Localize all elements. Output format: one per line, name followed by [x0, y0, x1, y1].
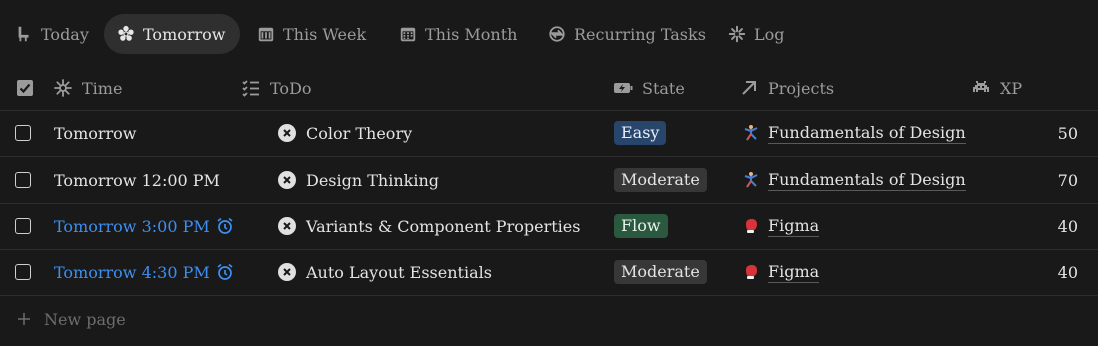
arrow-up-right-icon — [738, 77, 760, 99]
project-link[interactable]: Figma — [768, 262, 820, 283]
alarm-clock-icon — [217, 217, 233, 234]
view-tabs: Today Tomorrow This Week This Month Recu… — [0, 12, 1098, 56]
time-cell[interactable]: Tomorrow 4:30 PM — [54, 249, 234, 295]
alarm-clock-icon — [217, 263, 233, 280]
todo-cell[interactable]: Auto Layout Essentials — [278, 249, 492, 295]
tab-label: This Week — [283, 24, 367, 44]
tab-label: Tomorrow — [143, 24, 226, 44]
state-badge: Easy — [614, 121, 667, 145]
xp-cell[interactable]: 40 — [1018, 203, 1078, 249]
row-checkbox[interactable] — [15, 125, 31, 141]
tab-log[interactable]: Log — [727, 14, 785, 54]
column-label: State — [642, 78, 685, 98]
state-cell[interactable]: Moderate — [614, 249, 707, 295]
boxing-glove-icon — [742, 217, 760, 235]
state-cell[interactable]: Flow — [614, 203, 668, 249]
column-header-state[interactable]: State — [612, 66, 685, 110]
tab-label: Today — [41, 24, 89, 44]
sparkle-icon — [52, 77, 74, 99]
invader-icon — [970, 77, 992, 99]
project-cell[interactable]: Figma — [742, 203, 820, 249]
tab-today[interactable]: Today — [14, 14, 89, 54]
boxing-glove-icon — [742, 263, 760, 281]
tab-recurring-tasks[interactable]: Recurring Tasks — [547, 14, 706, 54]
tab-this-week[interactable]: This Week — [256, 14, 366, 54]
column-label: Projects — [768, 78, 835, 98]
checklist-icon — [240, 77, 262, 99]
tab-label: This Month — [425, 24, 518, 44]
close-circle-icon — [278, 263, 296, 281]
tab-label: Recurring Tasks — [574, 24, 706, 44]
calendar-month-icon — [398, 24, 418, 44]
column-header-todo[interactable]: ToDo — [240, 66, 312, 110]
todo-cell[interactable]: Color Theory — [278, 110, 412, 156]
time-cell[interactable]: Tomorrow 3:00 PM — [54, 203, 234, 249]
column-label: ToDo — [270, 78, 312, 98]
select-all-checkbox[interactable] — [14, 66, 44, 110]
recurring-icon — [547, 24, 567, 44]
checkbox-checked-icon — [14, 77, 36, 99]
row-checkbox[interactable] — [15, 264, 31, 280]
burst-icon — [116, 24, 136, 44]
tab-this-month[interactable]: This Month — [398, 14, 517, 54]
time-cell[interactable]: Tomorrow — [54, 110, 137, 156]
project-link[interactable]: Figma — [768, 216, 820, 237]
table-row[interactable]: Tomorrow 3:00 PM Variants & Component Pr… — [0, 203, 1098, 250]
project-cell[interactable]: Figma — [742, 249, 820, 295]
column-header-xp[interactable]: XP — [970, 66, 1022, 110]
project-cell[interactable]: Fundamentals of Design — [742, 110, 966, 156]
chair-icon — [14, 24, 34, 44]
log-icon — [727, 24, 747, 44]
state-badge: Flow — [614, 214, 668, 238]
project-link[interactable]: Fundamentals of Design — [768, 123, 966, 144]
column-label: XP — [1000, 78, 1023, 98]
tab-tomorrow[interactable]: Tomorrow — [104, 14, 240, 54]
plus-icon — [18, 313, 30, 325]
row-checkbox[interactable] — [15, 218, 31, 234]
table-row[interactable]: Tomorrow 4:30 PM Auto Layout Essentials … — [0, 249, 1098, 296]
column-header-time[interactable]: Time — [52, 66, 122, 110]
todo-cell[interactable]: Variants & Component Properties — [278, 203, 580, 249]
time-cell[interactable]: Tomorrow 12:00 PM — [54, 157, 220, 203]
xp-cell[interactable]: 70 — [1018, 157, 1078, 203]
table-row[interactable]: Tomorrow Color Theory Easy Fundamentals … — [0, 110, 1098, 157]
table-header: Time ToDo State Projects XP — [0, 66, 1098, 111]
state-badge: Moderate — [614, 168, 707, 192]
state-cell[interactable]: Moderate — [614, 157, 707, 203]
battery-charging-icon — [612, 77, 634, 99]
calendar-week-icon — [256, 24, 276, 44]
close-circle-icon — [278, 124, 296, 142]
acrobat-icon — [742, 171, 760, 189]
todo-cell[interactable]: Design Thinking — [278, 157, 439, 203]
project-link[interactable]: Fundamentals of Design — [768, 170, 966, 191]
acrobat-icon — [742, 124, 760, 142]
close-circle-icon — [278, 217, 296, 235]
column-label: Time — [82, 78, 123, 98]
new-page-label: New page — [44, 309, 126, 329]
row-checkbox[interactable] — [15, 172, 31, 188]
state-cell[interactable]: Easy — [614, 110, 667, 156]
column-header-projects[interactable]: Projects — [738, 66, 834, 110]
new-page-button[interactable]: New page — [16, 306, 126, 332]
xp-cell[interactable]: 40 — [1018, 249, 1078, 295]
close-circle-icon — [278, 171, 296, 189]
xp-cell[interactable]: 50 — [1018, 110, 1078, 156]
state-badge: Moderate — [614, 260, 707, 284]
project-cell[interactable]: Fundamentals of Design — [742, 157, 966, 203]
table-row[interactable]: Tomorrow 12:00 PM Design Thinking Modera… — [0, 157, 1098, 204]
tab-label: Log — [754, 24, 785, 44]
